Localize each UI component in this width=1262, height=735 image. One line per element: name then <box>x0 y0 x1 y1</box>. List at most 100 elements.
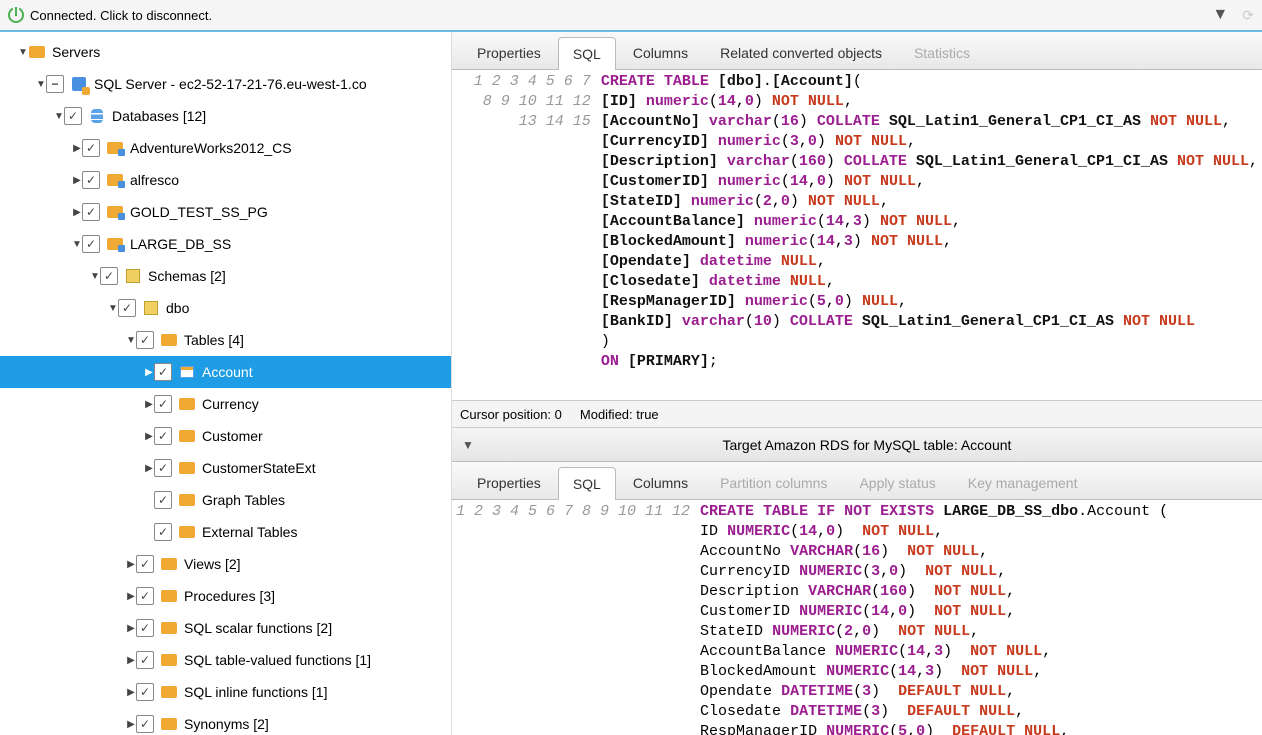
main-area: ▼ Servers ▼ SQL Server - ec2-52-17-21-76… <box>0 32 1262 735</box>
chevron-right-icon[interactable]: ▶ <box>72 143 82 154</box>
checkbox[interactable] <box>154 491 172 509</box>
chevron-right-icon[interactable]: ▶ <box>126 591 136 602</box>
source-sql-editor[interactable]: 1 2 3 4 5 6 7 8 9 10 11 12 13 14 15 CREA… <box>452 70 1262 400</box>
target-header[interactable]: ▼ Target Amazon RDS for MySQL table: Acc… <box>452 428 1262 462</box>
tree-node-table[interactable]: ▶ Currency <box>0 388 451 420</box>
target-title: Target Amazon RDS for MySQL table: Accou… <box>482 437 1252 453</box>
tree-node-inline-fn[interactable]: ▶ SQL inline functions [1] <box>0 676 451 708</box>
chevron-right-icon[interactable]: ▶ <box>126 559 136 570</box>
tree-node-dbo[interactable]: ▼ dbo <box>0 292 451 324</box>
tree-node-servers[interactable]: ▼ Servers <box>0 36 451 68</box>
tree-node-db[interactable]: ▶ AdventureWorks2012_CS <box>0 132 451 164</box>
chevron-right-icon[interactable]: ▶ <box>72 207 82 218</box>
chevron-down-icon[interactable]: ▼ <box>18 47 28 58</box>
tree-node-db[interactable]: ▶ alfresco <box>0 164 451 196</box>
tab-apply: Apply status <box>844 466 950 499</box>
tree-label: LARGE_DB_SS <box>130 236 231 252</box>
tree-node-external-tables[interactable]: External Tables <box>0 516 451 548</box>
tab-keymgmt: Key management <box>953 466 1093 499</box>
editor-status-bar: Cursor position: 0 Modified: true <box>452 400 1262 428</box>
chevron-down-icon[interactable]: ▼ <box>36 79 46 90</box>
chevron-down-icon[interactable]: ▼ <box>126 335 136 346</box>
tree-node-table-fn[interactable]: ▶ SQL table-valued functions [1] <box>0 644 451 676</box>
chevron-down-icon[interactable]: ▼ <box>54 111 64 122</box>
chevron-right-icon[interactable]: ▶ <box>126 719 136 730</box>
chevron-right-icon[interactable]: ▶ <box>144 431 154 442</box>
connection-status[interactable]: Connected. Click to disconnect. <box>30 8 212 23</box>
tree-node-db[interactable]: ▶ GOLD_TEST_SS_PG <box>0 196 451 228</box>
tree-node-graph-tables[interactable]: Graph Tables <box>0 484 451 516</box>
checkbox[interactable] <box>136 587 154 605</box>
tree-node-sqlserver[interactable]: ▼ SQL Server - ec2-52-17-21-76.eu-west-1… <box>0 68 451 100</box>
tab-columns[interactable]: Columns <box>618 466 703 499</box>
tree-label: SQL Server - ec2-52-17-21-76.eu-west-1.c… <box>94 76 367 92</box>
folder-icon <box>160 558 178 570</box>
tree-node-table[interactable]: ▶ Customer <box>0 420 451 452</box>
folder-icon <box>160 686 178 698</box>
checkbox[interactable] <box>136 619 154 637</box>
tree-label: CustomerStateExt <box>202 460 316 476</box>
checkbox[interactable] <box>118 299 136 317</box>
folder-icon <box>160 654 178 666</box>
tree-label: Graph Tables <box>202 492 285 508</box>
chevron-down-icon[interactable]: ▼ <box>108 303 118 314</box>
chevron-right-icon[interactable]: ▶ <box>144 367 154 378</box>
checkbox[interactable] <box>154 395 172 413</box>
tree-node-db-large[interactable]: ▼ LARGE_DB_SS <box>0 228 451 260</box>
chevron-down-icon[interactable]: ▼ <box>72 239 82 250</box>
checkbox[interactable] <box>136 683 154 701</box>
checkbox[interactable] <box>82 203 100 221</box>
tree-label: SQL table-valued functions [1] <box>184 652 371 668</box>
tree-node-schemas[interactable]: ▼ Schemas [2] <box>0 260 451 292</box>
checkbox[interactable] <box>154 523 172 541</box>
folder-icon <box>160 590 178 602</box>
tree-node-databases[interactable]: ▼ Databases [12] <box>0 100 451 132</box>
tree-node-table-account[interactable]: ▶ Account <box>0 356 451 388</box>
tab-properties[interactable]: Properties <box>462 36 556 69</box>
tab-properties[interactable]: Properties <box>462 466 556 499</box>
chevron-right-icon[interactable]: ▶ <box>126 655 136 666</box>
checkbox[interactable] <box>100 267 118 285</box>
checkbox[interactable] <box>136 715 154 733</box>
tree-node-table[interactable]: ▶ CustomerStateExt <box>0 452 451 484</box>
tree-node-procedures[interactable]: ▶ Procedures [3] <box>0 580 451 612</box>
checkbox-indeterminate[interactable] <box>46 75 64 93</box>
checkbox[interactable] <box>82 139 100 157</box>
tree-node-tables[interactable]: ▼ Tables [4] <box>0 324 451 356</box>
tree-node-views[interactable]: ▶ Views [2] <box>0 548 451 580</box>
tree-node-scalar-fn[interactable]: ▶ SQL scalar functions [2] <box>0 612 451 644</box>
chevron-right-icon[interactable]: ▶ <box>144 399 154 410</box>
tab-sql[interactable]: SQL <box>558 37 616 70</box>
chevron-right-icon[interactable]: ▶ <box>144 463 154 474</box>
connection-bar: Connected. Click to disconnect. ▼ ⟳ <box>0 0 1262 32</box>
tab-sql[interactable]: SQL <box>558 467 616 500</box>
checkbox[interactable] <box>136 555 154 573</box>
target-tabs: Properties SQL Columns Partition columns… <box>452 462 1262 500</box>
checkbox[interactable] <box>82 235 100 253</box>
folder-icon <box>28 46 46 58</box>
checkbox[interactable] <box>154 427 172 445</box>
tree-label: External Tables <box>202 524 297 540</box>
chevron-right-icon[interactable]: ▶ <box>126 687 136 698</box>
power-icon[interactable] <box>8 7 24 23</box>
checkbox[interactable] <box>154 459 172 477</box>
db-icon <box>88 109 106 123</box>
checkbox[interactable] <box>154 363 172 381</box>
checkbox[interactable] <box>82 171 100 189</box>
filter-icon[interactable]: ▼ <box>1212 6 1228 24</box>
code-body[interactable]: CREATE TABLE IF NOT EXISTS LARGE_DB_SS_d… <box>696 500 1172 735</box>
chevron-right-icon[interactable]: ▶ <box>72 175 82 186</box>
object-tree[interactable]: ▼ Servers ▼ SQL Server - ec2-52-17-21-76… <box>0 32 452 735</box>
tab-related[interactable]: Related converted objects <box>705 36 897 69</box>
chevron-down-icon[interactable]: ▼ <box>462 438 474 452</box>
tree-node-synonyms[interactable]: ▶ Synonyms [2] <box>0 708 451 735</box>
target-sql-editor[interactable]: 1 2 3 4 5 6 7 8 9 10 11 12 CREATE TABLE … <box>452 500 1262 735</box>
checkbox[interactable] <box>64 107 82 125</box>
chevron-right-icon[interactable]: ▶ <box>126 623 136 634</box>
checkbox[interactable] <box>136 651 154 669</box>
tab-columns[interactable]: Columns <box>618 36 703 69</box>
checkbox[interactable] <box>136 331 154 349</box>
code-body[interactable]: CREATE TABLE [dbo].[Account]( [ID] numer… <box>597 70 1262 400</box>
schema-icon <box>142 301 160 315</box>
chevron-down-icon[interactable]: ▼ <box>90 271 100 282</box>
